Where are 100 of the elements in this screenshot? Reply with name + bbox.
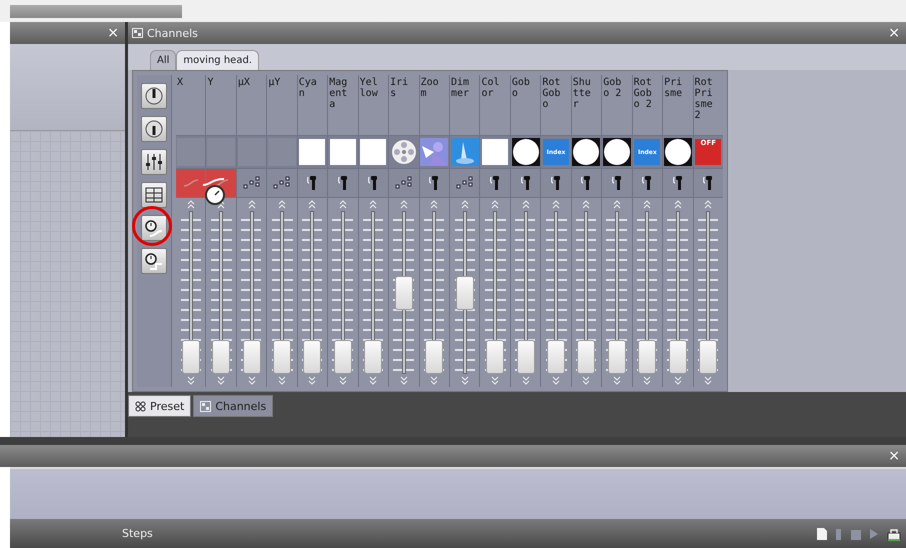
down-arrow-icon[interactable] <box>704 376 712 385</box>
up-arrow-icon[interactable] <box>217 200 226 209</box>
tool-button[interactable] <box>141 149 167 175</box>
tool-button[interactable] <box>141 248 167 274</box>
gobo-circle-icon[interactable] <box>512 138 540 166</box>
fader-thumb[interactable] <box>394 276 413 310</box>
dimmer-icon[interactable] <box>450 138 479 166</box>
down-arrow-icon[interactable] <box>338 376 347 385</box>
fader-thumb[interactable] <box>303 340 322 374</box>
down-arrow-icon[interactable] <box>430 376 438 385</box>
color-swatch[interactable] <box>330 139 356 165</box>
control-cell[interactable] <box>389 168 419 197</box>
fader-slider[interactable] <box>298 197 328 387</box>
close-button[interactable]: × <box>886 26 902 40</box>
control-cell[interactable] <box>176 168 206 197</box>
control-cell[interactable] <box>602 168 632 197</box>
color-swatch[interactable] <box>299 139 326 165</box>
control-cell[interactable] <box>298 168 328 197</box>
stopwatch-icon <box>144 218 164 238</box>
tab[interactable]: All <box>150 50 176 70</box>
fader-thumb[interactable] <box>425 340 444 374</box>
zoom-icon[interactable] <box>420 138 448 166</box>
down-arrow-icon[interactable] <box>278 376 286 385</box>
down-arrow-icon[interactable] <box>248 376 256 385</box>
tool-button[interactable] <box>141 215 167 241</box>
fader-slider[interactable] <box>663 197 693 387</box>
gobo-circle-icon[interactable] <box>602 138 631 166</box>
tab[interactable]: Channels <box>193 395 274 417</box>
fader-slider[interactable] <box>420 197 449 387</box>
tool-button[interactable] <box>141 116 167 142</box>
fader-thumb[interactable] <box>516 340 535 374</box>
scroll-bar[interactable] <box>10 5 182 18</box>
fader-thumb[interactable] <box>638 340 656 374</box>
control-cell[interactable] <box>541 168 571 197</box>
down-arrow-icon[interactable] <box>400 376 408 385</box>
fader-thumb[interactable] <box>456 276 474 310</box>
tab[interactable]: Preset <box>128 395 192 417</box>
fader-slider[interactable] <box>541 197 571 387</box>
fader-slider[interactable] <box>389 197 419 387</box>
control-cell[interactable] <box>572 168 602 197</box>
gobo-circle-icon[interactable] <box>572 138 600 166</box>
down-arrow-icon[interactable] <box>308 376 316 385</box>
iris-wheel-icon[interactable] <box>390 139 417 165</box>
control-cell[interactable] <box>328 168 358 197</box>
fader-thumb[interactable] <box>547 340 566 374</box>
toolbar-icon[interactable] <box>868 526 880 540</box>
down-arrow-icon[interactable] <box>582 376 590 385</box>
gobo-circle-icon[interactable] <box>664 138 692 166</box>
lock-icon[interactable] <box>886 526 902 540</box>
fader-thumb[interactable] <box>334 340 352 374</box>
fader-slider[interactable] <box>328 197 358 387</box>
control-cell[interactable] <box>480 168 510 197</box>
fader-thumb[interactable] <box>364 340 382 374</box>
fader-slider[interactable] <box>267 197 297 387</box>
control-cell[interactable] <box>420 168 449 197</box>
fader-thumb[interactable] <box>273 340 292 374</box>
down-arrow-icon[interactable] <box>612 376 621 385</box>
color-swatch[interactable] <box>482 139 508 165</box>
fader-slider[interactable] <box>632 197 662 387</box>
control-cell[interactable] <box>510 168 540 197</box>
color-swatch[interactable] <box>360 139 386 165</box>
fader-thumb[interactable] <box>182 340 200 374</box>
tool-button[interactable] <box>141 182 167 208</box>
fader-thumb[interactable] <box>486 340 504 374</box>
down-arrow-icon[interactable] <box>522 376 530 385</box>
down-arrow-icon[interactable] <box>643 376 652 385</box>
tab[interactable]: moving head. <box>176 50 259 70</box>
close-button[interactable]: × <box>105 26 121 40</box>
fader-slider[interactable] <box>236 197 266 387</box>
control-cell[interactable] <box>236 168 266 197</box>
fader-thumb[interactable] <box>242 340 261 374</box>
document-icon[interactable] <box>816 526 828 540</box>
close-button[interactable]: × <box>886 449 902 463</box>
tool-button[interactable] <box>141 83 167 109</box>
control-cell[interactable] <box>267 168 297 197</box>
fader-slider[interactable] <box>602 197 632 387</box>
lever-icon <box>336 174 350 192</box>
toolbar-icon[interactable] <box>834 526 844 540</box>
fader-thumb[interactable] <box>608 340 626 374</box>
fader-thumb[interactable] <box>212 340 230 374</box>
control-cell[interactable] <box>450 168 480 197</box>
down-arrow-icon[interactable] <box>217 376 226 385</box>
control-cell[interactable] <box>694 168 723 197</box>
control-cell[interactable] <box>358 168 388 197</box>
down-arrow-icon[interactable] <box>369 376 378 385</box>
control-cell[interactable] <box>663 168 693 197</box>
fader-slider[interactable] <box>358 197 388 387</box>
fader-thumb[interactable] <box>668 340 687 374</box>
fader-thumb[interactable] <box>699 340 718 374</box>
down-arrow-icon[interactable] <box>674 376 682 385</box>
down-arrow-icon[interactable] <box>460 376 469 385</box>
down-arrow-icon[interactable] <box>552 376 560 385</box>
control-cell[interactable] <box>632 168 662 197</box>
fader-thumb[interactable] <box>577 340 596 374</box>
fader-slider[interactable] <box>510 197 540 387</box>
fader-slider[interactable] <box>450 197 480 387</box>
down-arrow-icon[interactable] <box>186 376 195 385</box>
down-arrow-icon[interactable] <box>491 376 500 385</box>
fader-slider[interactable] <box>480 197 510 387</box>
fader-slider[interactable] <box>572 197 602 387</box>
